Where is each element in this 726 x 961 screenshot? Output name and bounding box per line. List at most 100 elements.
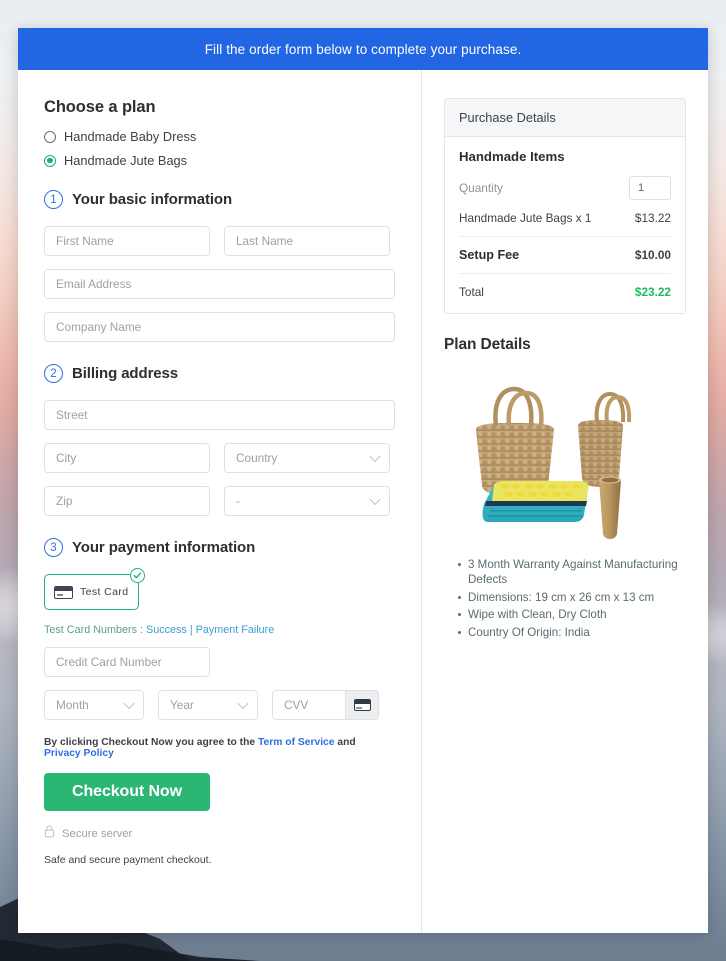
quantity-row: Quantity 1 [459, 176, 671, 200]
purchase-details-body: Handmade Items Quantity 1 Handmade Jute … [445, 137, 685, 313]
chevron-down-icon [369, 450, 381, 463]
street-field-row: Street [44, 400, 395, 430]
banner-text: Fill the order form below to complete yo… [204, 41, 522, 57]
city-country-row: City Country [44, 443, 395, 473]
plan-option-baby-dress[interactable]: Handmade Baby Dress [44, 129, 395, 144]
checkout-card: Fill the order form below to complete yo… [18, 28, 708, 933]
cvv-group: CVV [272, 690, 379, 720]
step-title: Billing address [72, 365, 179, 382]
cvv-input[interactable]: CVV [273, 691, 345, 719]
check-circle-icon [130, 568, 145, 583]
name-field-row: First Name Last Name [44, 226, 395, 256]
step-number-badge: 2 [44, 364, 63, 383]
line-item-amount: $13.22 [634, 211, 671, 225]
link-separator: | [189, 624, 193, 636]
plan-bullet: Dimensions: 19 cm x 26 cm x 13 cm [458, 590, 686, 605]
divider [459, 273, 671, 274]
credit-card-icon [353, 699, 371, 711]
city-input[interactable]: City [44, 443, 210, 473]
step-title: Your payment information [72, 539, 256, 556]
quantity-input[interactable]: 1 [629, 176, 671, 200]
plan-details-title: Plan Details [444, 336, 531, 353]
quantity-label: Quantity [459, 181, 503, 195]
payment-failure-card-link[interactable]: Payment Failure [196, 624, 275, 636]
step-number-badge: 3 [44, 538, 63, 557]
country-select-value: Country [236, 451, 278, 465]
step-header-billing-address: 2 Billing address [44, 364, 395, 383]
plan-option-label: Handmade Baby Dress [64, 129, 197, 144]
cvv-help-button[interactable] [345, 691, 378, 719]
total-label: Total [459, 285, 484, 299]
country-select[interactable]: Country [224, 443, 390, 473]
divider [459, 236, 671, 237]
plan-bullet: Wipe with Clean, Dry Cloth [458, 607, 686, 622]
first-name-input[interactable]: First Name [44, 226, 210, 256]
street-input[interactable]: Street [44, 400, 395, 430]
checkout-now-button[interactable]: Checkout Now [44, 773, 210, 811]
test-card-label: Test Card [80, 586, 129, 598]
total-row: Total $23.22 [459, 285, 671, 299]
expiry-month-select[interactable]: Month [44, 690, 144, 720]
step-title: Your basic information [72, 191, 233, 208]
company-field-row: Company Name [44, 312, 395, 342]
card-body: Choose a plan Handmade Baby Dress Handma… [18, 70, 708, 933]
choose-a-plan-heading: Choose a plan [44, 98, 156, 116]
purchase-details-header: Purchase Details [445, 99, 685, 137]
success-card-link[interactable]: Success [146, 624, 187, 636]
email-input[interactable]: Email Address [44, 269, 395, 299]
test-card-numbers-line: Test Card Numbers : Success | Payment Fa… [44, 624, 395, 636]
plan-bullet: 3 Month Warranty Against Manufacturing D… [458, 557, 686, 588]
purchase-details-panel: Purchase Details Handmade Items Quantity… [444, 98, 686, 314]
expiry-year-select[interactable]: Year [158, 690, 258, 720]
terms-prefix: By clicking Checkout Now you agree to th… [44, 737, 256, 748]
setup-fee-amount: $10.00 [634, 248, 671, 262]
test-card-option[interactable]: Test Card [44, 574, 139, 610]
plan-bullet: Country Of Origin: India [458, 625, 686, 640]
expiry-month-value: Month [56, 698, 89, 712]
credit-card-row: Credit Card Number [44, 647, 395, 677]
credit-card-icon [54, 585, 73, 599]
term-of-service-link[interactable]: Term of Service [258, 737, 335, 748]
radio-selected-icon [44, 154, 56, 167]
expiry-cvv-row: Month Year CVV [44, 690, 395, 720]
test-card-numbers-prefix: Test Card Numbers : [44, 624, 144, 636]
line-item-label: Handmade Jute Bags x 1 [459, 211, 592, 225]
email-field-row: Email Address [44, 269, 395, 299]
zip-input[interactable]: Zip [44, 486, 210, 516]
company-name-input[interactable]: Company Name [44, 312, 395, 342]
secure-server-row: Secure server [44, 825, 395, 843]
test-card-option-wrap: Test Card [44, 568, 145, 610]
step-number-badge: 1 [44, 190, 63, 209]
chevron-down-icon [123, 697, 135, 710]
chevron-down-icon [237, 697, 249, 710]
last-name-input[interactable]: Last Name [224, 226, 390, 256]
product-image [444, 368, 686, 543]
setup-fee-row: Setup Fee $10.00 [459, 248, 671, 262]
plan-detail-bullets: 3 Month Warranty Against Manufacturing D… [444, 557, 686, 640]
setup-fee-label: Setup Fee [459, 248, 520, 262]
credit-card-number-input[interactable]: Credit Card Number [44, 647, 210, 677]
privacy-policy-link[interactable]: Privacy Policy [44, 748, 114, 759]
form-column: Choose a plan Handmade Baby Dress Handma… [18, 70, 422, 933]
summary-column: Purchase Details Handmade Items Quantity… [422, 70, 708, 933]
step-header-payment-information: 3 Your payment information [44, 538, 395, 557]
step-header-basic-information: 1 Your basic information [44, 190, 395, 209]
line-item-row: Handmade Jute Bags x 1 $13.22 [459, 211, 671, 225]
total-amount: $23.22 [634, 285, 671, 299]
expiry-year-value: Year [170, 698, 194, 712]
terms-conjunction: and [337, 737, 356, 748]
chevron-down-icon [369, 493, 381, 506]
radio-icon [44, 130, 56, 143]
state-select[interactable]: - [224, 486, 390, 516]
state-select-value: - [236, 494, 240, 508]
plan-option-label: Handmade Jute Bags [64, 153, 188, 168]
secure-server-label: Secure server [62, 828, 133, 840]
plan-options: Handmade Baby Dress Handmade Jute Bags [44, 129, 395, 168]
banner: Fill the order form below to complete yo… [18, 28, 708, 70]
lock-icon [44, 825, 55, 843]
terms-text: By clicking Checkout Now you agree to th… [44, 737, 395, 759]
safe-payment-note: Safe and secure payment checkout. [44, 854, 212, 866]
plan-option-jute-bags[interactable]: Handmade Jute Bags [44, 153, 395, 168]
handmade-items-title: Handmade Items [459, 149, 565, 164]
zip-state-row: Zip - [44, 486, 395, 516]
